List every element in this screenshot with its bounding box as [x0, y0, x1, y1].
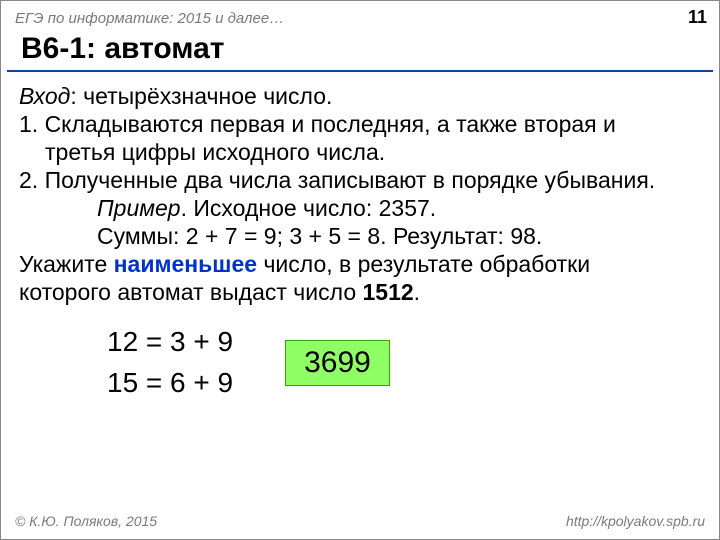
input-label: Вход	[19, 83, 70, 109]
step1-line-a: 1. Складываются первая и последняя, а та…	[19, 110, 701, 138]
example-line: Пример. Исходное число: 2357.	[19, 194, 701, 222]
input-line: Вход: четырёхзначное число.	[19, 82, 701, 110]
input-text: : четырёхзначное число.	[70, 83, 332, 109]
copyright: © К.Ю. Поляков, 2015	[15, 513, 157, 529]
work-area: 12 = 3 + 9 15 = 6 + 9 3699	[19, 322, 701, 403]
sums-line: Суммы: 2 + 7 = 9; 3 + 5 = 8. Результат: …	[19, 222, 701, 250]
step1-line-b: третья цифры исходного числа.	[19, 138, 701, 166]
task-prefix: Укажите	[19, 251, 114, 277]
task-end: .	[414, 279, 420, 305]
equations: 12 = 3 + 9 15 = 6 + 9	[107, 322, 233, 403]
slide: ЕГЭ по информатике: 2015 и далее… 11 B6-…	[0, 0, 720, 540]
example-label: Пример	[97, 195, 181, 221]
equation-1: 12 = 3 + 9	[107, 322, 233, 363]
task-mid: число, в результате обработки	[257, 251, 590, 277]
step2-line: 2. Полученные два числа записывают в пор…	[19, 166, 701, 194]
task-number: 1512	[363, 279, 414, 305]
example-text: . Исходное число: 2357.	[181, 195, 437, 221]
header-bar: ЕГЭ по информатике: 2015 и далее… 11	[1, 1, 719, 30]
page-number: 11	[688, 7, 707, 28]
equation-2: 15 = 6 + 9	[107, 363, 233, 404]
footer: © К.Ю. Поляков, 2015 http://kpolyakov.sp…	[15, 513, 705, 529]
task-tail: которого автомат выдаст число	[19, 279, 363, 305]
answer-box: 3699	[285, 340, 390, 387]
slide-body: Вход: четырёхзначное число. 1. Складываю…	[1, 80, 719, 404]
slide-title: B6-1: автомат	[7, 30, 713, 72]
task-highlight: наименьшее	[114, 251, 257, 277]
footer-url: http://kpolyakov.spb.ru	[566, 513, 705, 529]
breadcrumb: ЕГЭ по информатике: 2015 и далее…	[15, 10, 284, 27]
task-line-b: которого автомат выдаст число 1512.	[19, 278, 701, 306]
task-line-a: Укажите наименьшее число, в результате о…	[19, 250, 701, 278]
